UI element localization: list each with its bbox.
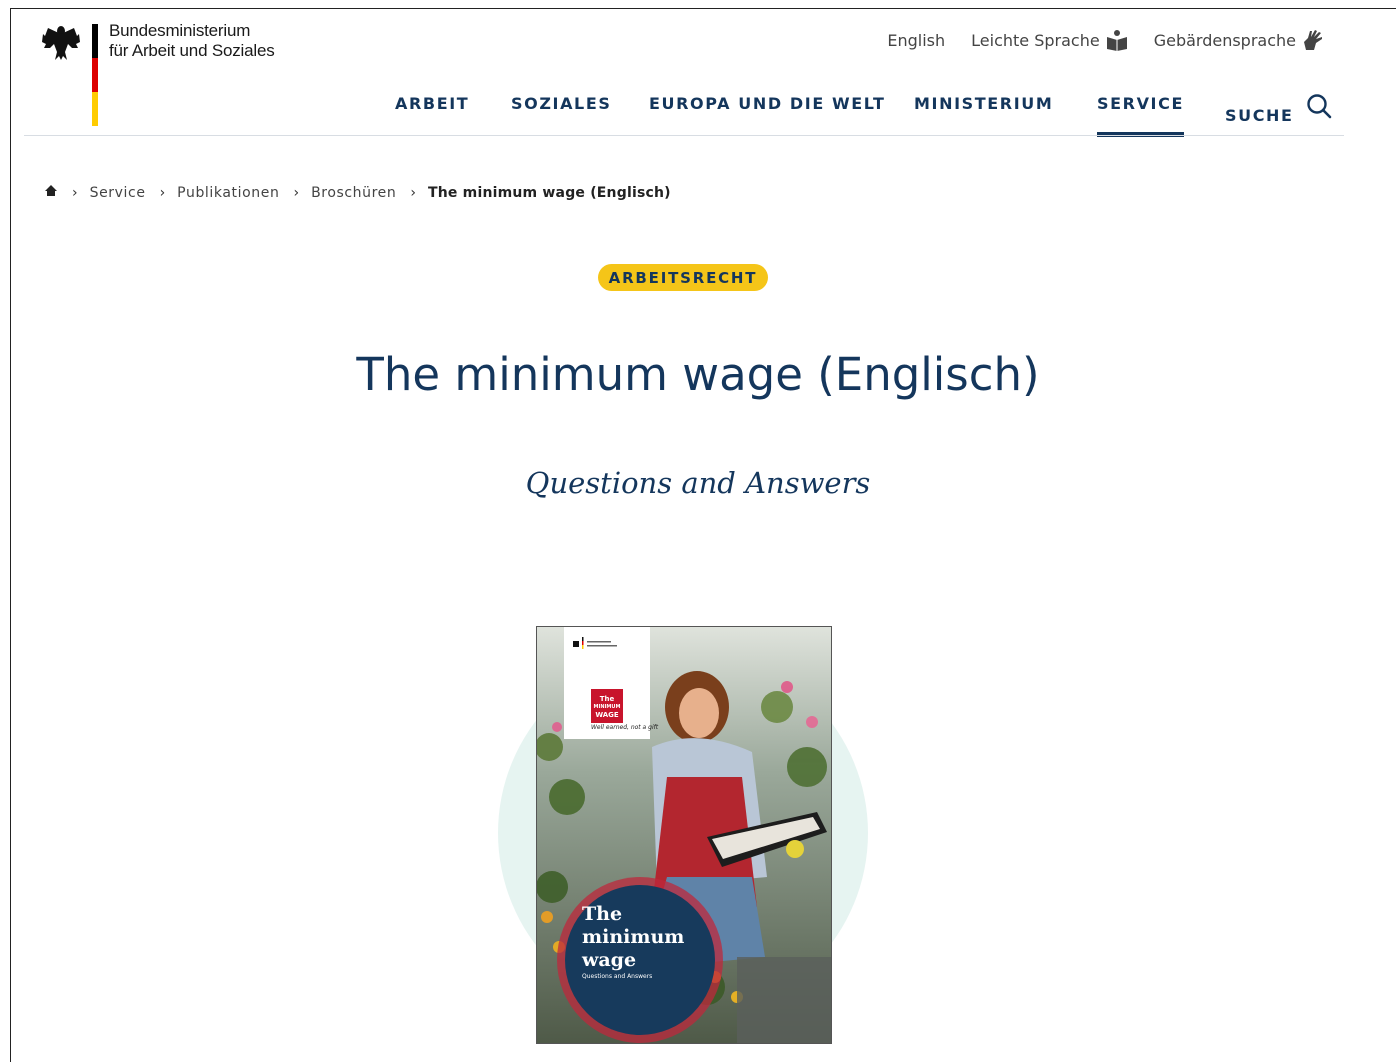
cover-subtitle: Questions and Answers bbox=[582, 973, 653, 980]
easy-read-book-icon bbox=[1106, 29, 1128, 51]
federal-eagle-icon[interactable] bbox=[40, 22, 82, 62]
breadcrumb-service[interactable]: Service bbox=[90, 185, 146, 201]
chevron-right-icon: › bbox=[293, 185, 300, 201]
language-english-link[interactable]: English bbox=[887, 31, 945, 50]
page-title: The minimum wage (Englisch) bbox=[356, 348, 1040, 401]
ministry-name-line1: Bundesministerium bbox=[109, 21, 251, 40]
nav-item-europa-und-die-welt[interactable]: EUROPA UND DIE WELT bbox=[649, 94, 885, 136]
header-divider bbox=[24, 135, 1344, 136]
sign-language-hands-icon bbox=[1302, 28, 1324, 52]
chevron-right-icon: › bbox=[72, 185, 78, 201]
chevron-right-icon: › bbox=[410, 185, 416, 201]
breadcrumb: › Service › Publikationen › Broschüren ›… bbox=[44, 184, 671, 202]
cover-title: The minimum wage bbox=[582, 903, 685, 971]
sign-language-link[interactable]: Gebärdensprache bbox=[1154, 28, 1324, 52]
chevron-right-icon: › bbox=[159, 185, 166, 201]
cover-campaign-panel: The MINIMUM WAGE Well earned, not a gift bbox=[564, 683, 658, 739]
search-icon bbox=[1306, 93, 1332, 123]
nav-item-service[interactable]: SERVICE bbox=[1097, 94, 1184, 137]
nav-item-ministerium[interactable]: MINISTERIUM bbox=[914, 94, 1053, 136]
search-label: SUCHE bbox=[1225, 105, 1294, 125]
breadcrumb-publikationen[interactable]: Publikationen bbox=[177, 185, 279, 201]
home-icon[interactable] bbox=[44, 184, 58, 202]
cover-campaign-badge: The MINIMUM WAGE bbox=[591, 689, 623, 723]
english-link-label: English bbox=[887, 30, 946, 50]
sign-language-label: Gebärdensprache bbox=[1153, 30, 1296, 50]
easy-language-link[interactable]: Leichte Sprache bbox=[971, 29, 1128, 51]
service-links: English Leichte Sprache Gebärdensprache bbox=[887, 28, 1324, 52]
ministry-logo-text[interactable]: Bundesministerium für Arbeit und Soziale… bbox=[109, 21, 275, 61]
german-flag-bar bbox=[92, 24, 98, 126]
nav-item-arbeit[interactable]: ARBEIT bbox=[395, 94, 469, 136]
breadcrumb-current: The minimum wage (Englisch) bbox=[427, 185, 671, 201]
easy-language-label: Leichte Sprache bbox=[971, 30, 1100, 50]
cover-campaign-tagline: Well earned, not a gift bbox=[591, 724, 659, 731]
topic-badge[interactable]: ARBEITSRECHT bbox=[598, 264, 768, 291]
nav-item-suche[interactable]: SUCHE bbox=[1225, 94, 1332, 136]
main-navigation: ARBEIT SOZIALES EUROPA UND DIE WELT MINI… bbox=[395, 94, 1331, 137]
brochure-cover-image[interactable]: The MINIMUM WAGE Well earned, not a gift… bbox=[536, 626, 832, 1044]
window-frame-left bbox=[10, 8, 11, 1062]
page-subtitle: Questions and Answers bbox=[525, 466, 871, 500]
window-frame-top bbox=[10, 8, 1396, 9]
cover-ministry-logo bbox=[564, 627, 650, 683]
breadcrumb-broschueren[interactable]: Broschüren bbox=[311, 185, 396, 201]
ministry-name-line2: für Arbeit und Soziales bbox=[109, 41, 275, 60]
nav-item-soziales[interactable]: SOZIALES bbox=[511, 94, 612, 136]
